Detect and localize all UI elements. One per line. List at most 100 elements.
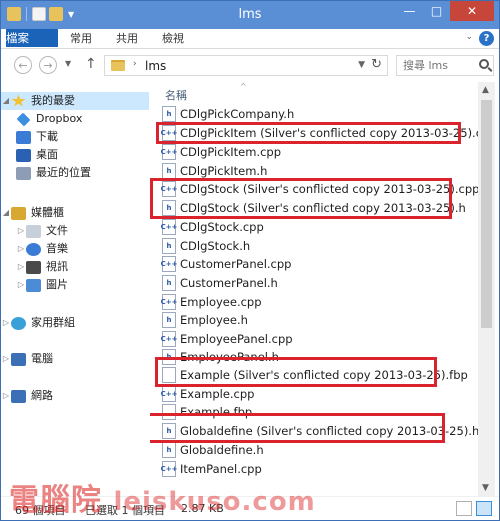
tab-share[interactable]: 共用 [107,29,147,49]
chevron-down-icon[interactable]: ▼ [358,60,365,70]
minimize-button[interactable]: — [396,1,423,21]
nav-item-computer[interactable]: ▷ 電腦 [1,350,53,368]
large-icons-view-icon[interactable] [476,501,492,516]
refresh-icon[interactable]: ↻ [371,57,382,72]
back-button[interactable]: ← [14,56,32,74]
nav-item-pictures[interactable]: ▷ 圖片 [16,276,68,294]
nav-item-desktop[interactable]: 桌面 [16,146,58,164]
file-name: Globaldefine.h [180,443,264,457]
header-file-icon: h [162,106,176,122]
file-name: CDlgStock.cpp [180,220,264,234]
nav-item-homegroup[interactable]: ▷ 家用群組 [1,314,75,332]
chevron-right-icon[interactable]: ▷ [16,222,26,240]
chevron-right-icon[interactable]: ▷ [1,387,11,405]
forward-button[interactable]: → [39,56,57,74]
chevron-right-icon[interactable]: ▷ [16,258,26,276]
scroll-up-icon[interactable]: ▲ [482,85,489,95]
close-button[interactable]: ✕ [450,1,494,21]
nav-item-music[interactable]: ▷ 音樂 [16,240,68,258]
nav-item-label: 音樂 [46,242,68,255]
header-file-icon: h [162,238,176,254]
nav-item-label: 電腦 [31,352,53,365]
title-bar[interactable]: ▼ lms — □ ✕ [1,1,499,29]
list-item[interactable]: C++ EmployeePanel.cpp [161,330,293,348]
music-icon [26,242,41,256]
search-input[interactable] [397,56,473,75]
nav-item-recent-places[interactable]: 最近的位置 [16,164,91,182]
list-item[interactable]: h CDlgStock.h [162,237,250,255]
address-path[interactable]: lms [145,59,166,73]
nav-item-downloads[interactable]: 下載 [16,128,58,146]
cpp-file-icon: C++ [161,219,177,235]
details-view-icon[interactable] [456,501,472,516]
list-item[interactable]: C++ Example.cpp [161,385,254,403]
list-item[interactable]: h Employee.h [162,311,248,329]
nav-item-label: 視訊 [46,260,68,273]
list-item[interactable]: C++ CustomerPanel.cpp [161,255,291,273]
nav-item-label: 文件 [46,224,68,237]
list-item[interactable]: C++ CDlgStock.cpp [161,218,264,236]
nav-item-label: 桌面 [36,148,58,161]
chevron-right-icon[interactable]: ▷ [1,314,11,332]
nav-item-favorites[interactable]: ◢ 我的最愛 [1,92,149,110]
tab-home[interactable]: 常用 [61,29,101,49]
recent-locations-icon[interactable]: ▼ [65,59,71,68]
chevron-right-icon[interactable]: › [133,59,137,69]
tab-file[interactable]: 檔案 [6,29,58,47]
highlight-box [150,178,452,219]
ribbon-tabs: 檔案 常用 共用 檢視 ⌄ ? [1,29,499,49]
list-item[interactable]: h CustomerPanel.h [162,274,278,292]
file-list: ^ 名稱 h CDlgPickCompany.h C++ CDlgPickItem … [150,82,478,496]
search-icon[interactable] [479,59,489,69]
chevron-right-icon[interactable]: ▷ [1,350,11,368]
address-row: ← → ▼ ↑ › lms ▼ ↻ [1,50,499,81]
highlight-box [150,413,445,443]
file-name: EmployeePanel.cpp [180,332,293,346]
nav-item-videos[interactable]: ▷ 視訊 [16,258,68,276]
up-button[interactable]: ↑ [85,56,97,72]
nav-item-libraries[interactable]: ◢ 媒體櫃 [1,204,64,222]
nav-item-label: 網路 [31,389,53,402]
search-box[interactable] [396,55,494,76]
item-count: 69 個項目 [15,504,66,517]
nav-item-network[interactable]: ▷ 網路 [1,387,53,405]
list-item[interactable]: h CDlgPickCompany.h [162,105,294,123]
file-name: CDlgStock.h [180,239,251,253]
cpp-file-icon: C++ [161,386,177,402]
chevron-right-icon[interactable]: ▷ [16,240,26,258]
star-icon [11,94,26,107]
desktop-icon [16,148,31,162]
computer-icon [11,352,26,366]
explorer-window: ▼ lms — □ ✕ 檔案 常用 共用 檢視 ⌄ ? ← → ▼ ↑ › lm… [0,0,500,521]
file-name: Employee.h [180,313,248,327]
downloads-icon [16,130,31,144]
cpp-file-icon: C++ [161,294,177,310]
sort-indicator-icon: ^ [240,82,247,91]
list-item[interactable]: C++ ItemPanel.cpp [161,460,262,478]
chevron-down-icon[interactable]: ◢ [1,92,11,110]
header-file-icon: h [162,275,176,291]
maximize-button[interactable]: □ [423,1,450,21]
expand-ribbon-icon[interactable]: ⌄ [465,32,473,42]
column-header-name[interactable]: 名稱 [165,87,187,103]
list-item[interactable]: C++ Employee.cpp [161,293,262,311]
chevron-right-icon[interactable]: ▷ [16,276,26,294]
chevron-down-icon[interactable]: ◢ [1,204,11,222]
tab-view[interactable]: 檢視 [153,29,193,49]
cpp-file-icon: C++ [161,256,177,272]
nav-item-documents[interactable]: ▷ 文件 [16,222,68,240]
cpp-file-icon: C++ [161,461,177,477]
list-item[interactable]: h Globaldefine.h [162,441,264,459]
scroll-down-icon[interactable]: ▼ [482,483,489,493]
file-name: CDlgPickItem.cpp [180,145,281,159]
address-bar[interactable]: › lms ▼ ↻ [104,55,388,76]
vertical-scrollbar[interactable]: ▲ ▼ [478,82,495,496]
list-item[interactable]: C++ CDlgPickItem.cpp [161,143,281,161]
nav-item-dropbox[interactable]: Dropbox [16,110,82,128]
help-button[interactable]: ? [479,31,494,46]
highlight-box [156,122,461,144]
nav-item-label: 家用群組 [31,316,75,329]
navigation-pane: ◢ 我的最愛 Dropbox 下載 桌面 最近的位置 ◢ 媒體櫃 ▷ 文件 ▷ … [1,82,149,496]
scrollbar-thumb[interactable] [481,100,492,328]
folder-icon [111,60,125,71]
